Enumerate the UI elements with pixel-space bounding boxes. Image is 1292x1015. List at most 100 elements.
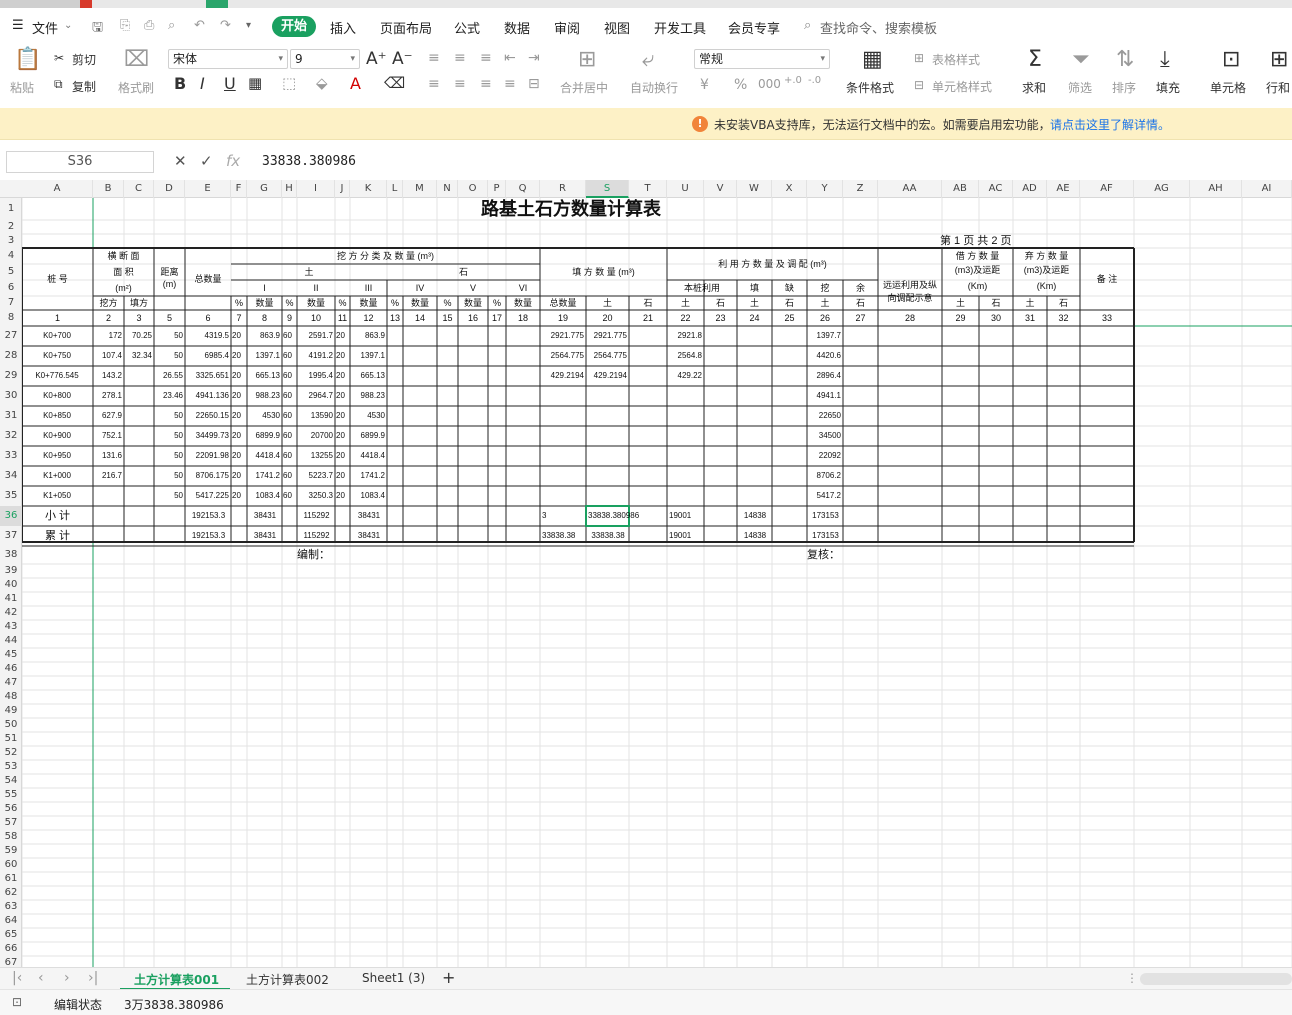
- reviewed-by[interactable]: 复核：: [807, 546, 867, 564]
- header-dist-unit[interactable]: (m): [154, 278, 185, 290]
- cell-g-r33[interactable]: 4418.4: [248, 446, 280, 466]
- row-header-6[interactable]: 6: [0, 280, 22, 296]
- cell-d-r35[interactable]: 50: [155, 486, 183, 506]
- header-fill-total[interactable]: 总数量: [540, 296, 586, 310]
- tab-start[interactable]: 开始: [272, 16, 316, 37]
- row-header-35[interactable]: 35: [0, 486, 22, 506]
- cell-e-r29[interactable]: 3325.651: [186, 366, 229, 386]
- filter-button[interactable]: 筛选: [1068, 79, 1092, 96]
- col-header-D[interactable]: D: [154, 180, 185, 198]
- row-header-62[interactable]: 62: [0, 886, 22, 900]
- menu-file[interactable]: 文件: [32, 18, 58, 37]
- print-icon[interactable]: ⎙: [144, 18, 154, 33]
- col-index-11[interactable]: 11: [335, 310, 350, 326]
- col-header-G[interactable]: G: [247, 180, 282, 198]
- page-info[interactable]: 第 1 页 共 2 页: [940, 234, 1060, 248]
- merge-center-button[interactable]: 合并居中: [560, 79, 608, 96]
- confirm-icon[interactable]: ✓: [200, 152, 213, 170]
- header-percent[interactable]: %: [387, 296, 403, 310]
- header-grade-I[interactable]: I: [247, 280, 282, 296]
- cell-g-r35[interactable]: 1083.4: [248, 486, 280, 506]
- cell-j-r29[interactable]: 20: [336, 366, 348, 386]
- format-painter-icon[interactable]: ⌧: [124, 48, 149, 72]
- col-index-30[interactable]: 30: [979, 310, 1013, 326]
- header-excavation[interactable]: 挖 方 分 类 及 数 量 (m³): [231, 248, 540, 264]
- cell-h-r31[interactable]: 60: [283, 406, 295, 426]
- cancel-icon[interactable]: ✕: [174, 152, 187, 170]
- justify-icon[interactable]: ≡: [504, 76, 516, 92]
- header-borrow-km[interactable]: (Km): [942, 278, 1013, 294]
- cell-f-r32[interactable]: 20: [232, 426, 245, 446]
- cell-i-r28[interactable]: 4191.2: [298, 346, 333, 366]
- row-header-39[interactable]: 39: [0, 564, 22, 578]
- cell-g-r32[interactable]: 6899.9: [248, 426, 280, 446]
- col-header-B[interactable]: B: [93, 180, 124, 198]
- number-format-select[interactable]: 常规 ▾: [694, 49, 830, 69]
- col-index-7[interactable]: 7: [231, 310, 247, 326]
- underline-icon[interactable]: U: [224, 74, 236, 93]
- cell-g-r29[interactable]: 665.13: [248, 366, 280, 386]
- cell-d-r31[interactable]: 50: [155, 406, 183, 426]
- sort-button[interactable]: 排序: [1112, 79, 1136, 96]
- header-use[interactable]: 利 用 方 数 量 及 调 配 (m³): [667, 248, 878, 280]
- header-qty[interactable]: 数量: [247, 296, 282, 310]
- align-middle-icon[interactable]: ≡: [454, 50, 466, 66]
- col-header-AG[interactable]: AG: [1134, 180, 1190, 198]
- cell-f-r29[interactable]: 20: [232, 366, 245, 386]
- cell-s-r32[interactable]: [587, 426, 627, 446]
- align-top-icon[interactable]: ≡: [428, 50, 440, 66]
- cell-j-r35[interactable]: 20: [336, 486, 348, 506]
- header-earth[interactable]: 土: [231, 264, 387, 280]
- row-header-52[interactable]: 52: [0, 746, 22, 760]
- col-index-19[interactable]: 19: [540, 310, 586, 326]
- vba-details-link[interactable]: 请点击这里了解详情。: [1050, 116, 1170, 133]
- paste-button[interactable]: 粘贴: [10, 79, 34, 96]
- header-rock[interactable]: 石: [387, 264, 540, 280]
- cell-r-r34[interactable]: [541, 466, 584, 486]
- header-stake[interactable]: 桩 号: [22, 248, 93, 310]
- font-color-icon[interactable]: A: [350, 74, 361, 93]
- tab-formula[interactable]: 公式: [454, 18, 480, 37]
- row-header-61[interactable]: 61: [0, 872, 22, 886]
- cell-h-r35[interactable]: 60: [283, 486, 295, 506]
- paste-icon[interactable]: 📋: [14, 48, 41, 72]
- special-border-icon[interactable]: ⬚: [282, 74, 296, 92]
- cumulative-i[interactable]: 115292: [299, 526, 334, 546]
- font-shrink-icon[interactable]: A⁻: [392, 47, 413, 71]
- cell-h-r27[interactable]: 60: [283, 326, 295, 346]
- col-header-AA[interactable]: AA: [878, 180, 942, 198]
- clear-icon[interactable]: ⌫: [384, 74, 405, 92]
- header-earth-rock[interactable]: 土: [667, 296, 704, 310]
- col-index-21[interactable]: 21: [629, 310, 667, 326]
- subtotal-r[interactable]: 3: [542, 506, 585, 526]
- cell-j-r33[interactable]: 20: [336, 446, 348, 466]
- cell-s-r33[interactable]: [587, 446, 627, 466]
- name-box[interactable]: S36: [6, 151, 154, 173]
- cell-b-r32[interactable]: 752.1: [94, 426, 122, 446]
- col-header-H[interactable]: H: [282, 180, 297, 198]
- font-grow-icon[interactable]: A⁺: [366, 47, 387, 71]
- cell-f-r33[interactable]: 20: [232, 446, 245, 466]
- col-header-R[interactable]: R: [540, 180, 586, 198]
- cut-icon[interactable]: ✂: [54, 51, 64, 65]
- cell-a-r30[interactable]: K0+800: [23, 386, 91, 406]
- cell-d-r32[interactable]: 50: [155, 426, 183, 446]
- col-index-33[interactable]: 33: [1080, 310, 1134, 326]
- align-center-icon[interactable]: ≡: [454, 76, 466, 92]
- cell-c-r33[interactable]: [125, 446, 152, 466]
- preview-icon[interactable]: ⌕: [168, 18, 175, 33]
- header-earth-rock[interactable]: 石: [772, 296, 807, 310]
- header-fill-rock[interactable]: 石: [629, 296, 667, 310]
- cumulative-y[interactable]: 173153: [809, 526, 842, 546]
- cell-j-r27[interactable]: 20: [336, 326, 348, 346]
- col-index-32[interactable]: 32: [1047, 310, 1080, 326]
- row-header-64[interactable]: 64: [0, 914, 22, 928]
- header-unit-m2[interactable]: (m²): [93, 280, 154, 296]
- col-header-E[interactable]: E: [185, 180, 231, 198]
- cell-g-r34[interactable]: 1741.2: [248, 466, 280, 486]
- header-earth-rock[interactable]: 石: [704, 296, 737, 310]
- tab-member[interactable]: 会员专享: [728, 18, 780, 37]
- search-icon[interactable]: ⌕: [804, 18, 811, 33]
- fill-color-icon[interactable]: ⬙: [316, 74, 328, 92]
- cell-d-r30[interactable]: 23.46: [155, 386, 183, 406]
